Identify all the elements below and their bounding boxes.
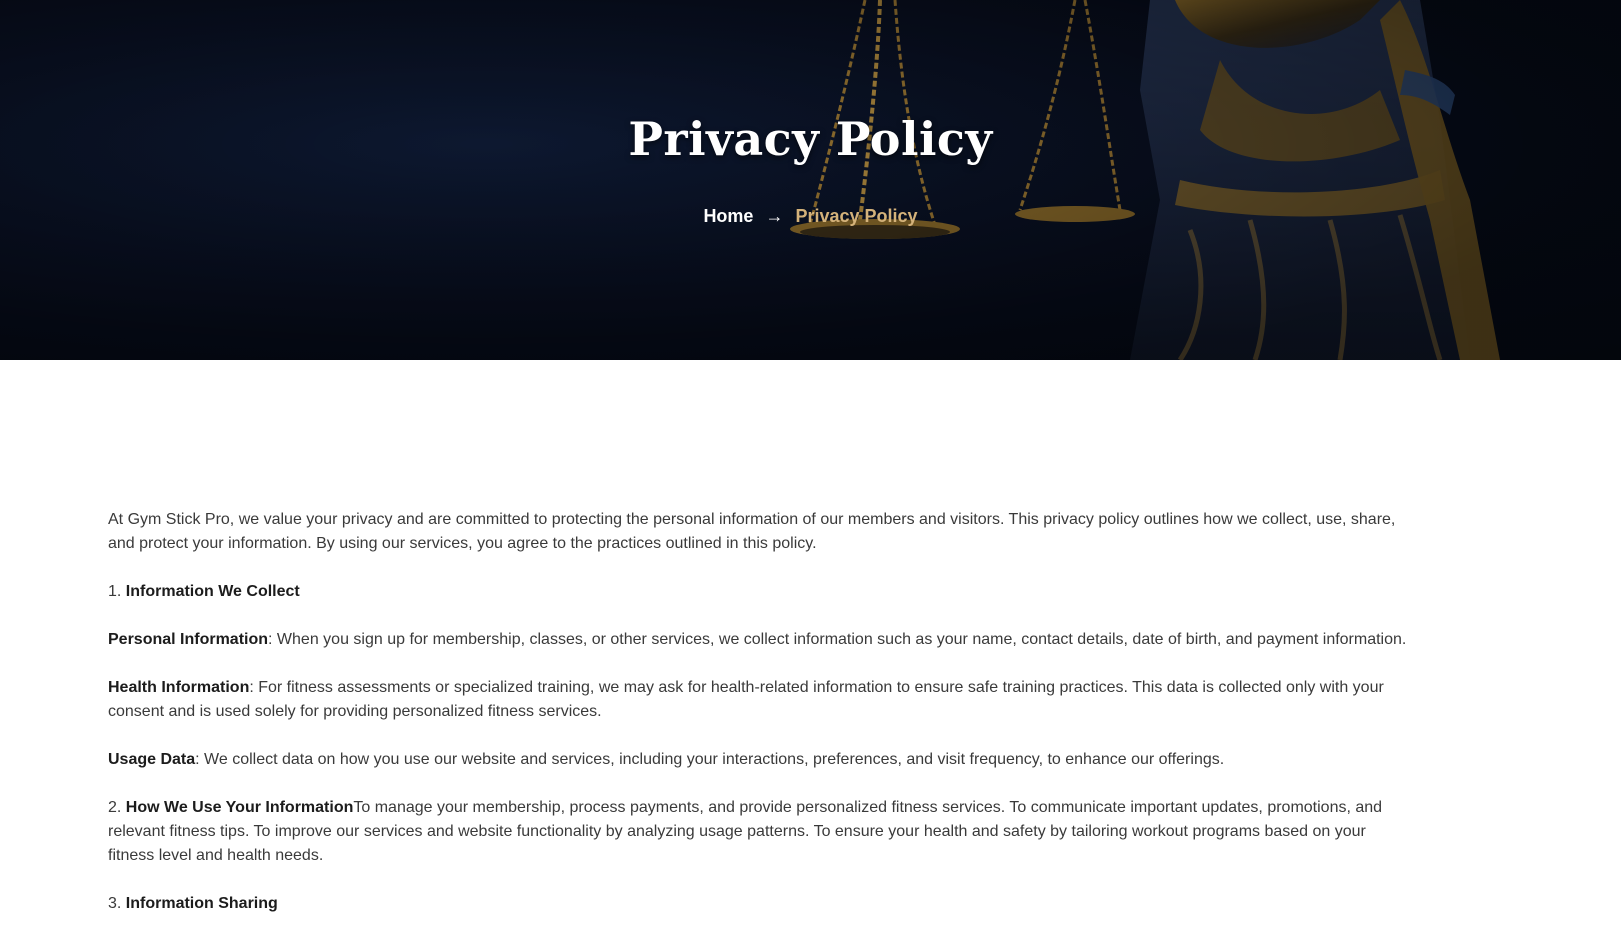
usage-data-paragraph: Usage Data: We collect data on how you u… — [108, 748, 1408, 772]
term-label: Health Information — [108, 679, 250, 696]
section-number: 1. — [108, 583, 126, 600]
term-text: : We collect data on how you use our web… — [195, 751, 1225, 768]
section-heading-information-sharing: 3. Information Sharing — [108, 892, 1408, 916]
personal-information-paragraph: Personal Information: When you sign up f… — [108, 628, 1408, 652]
term-label: Usage Data — [108, 751, 196, 768]
term-text: : For fitness assessments or specialized… — [108, 679, 1384, 720]
section-how-we-use-your-information: 2. How We Use Your InformationTo manage … — [108, 796, 1408, 868]
section-title: Information Sharing — [125, 895, 278, 912]
page-hero: Privacy Policy Home → Privacy Policy — [0, 0, 1621, 360]
term-text: : When you sign up for membership, class… — [268, 631, 1407, 648]
lady-justice-scales-image — [0, 0, 1621, 360]
section-title: Information We Collect — [125, 583, 300, 600]
breadcrumb: Home → Privacy Policy — [0, 206, 1621, 227]
section-heading-information-we-collect: 1. Information We Collect — [108, 580, 1408, 604]
arrow-right-icon: → — [765, 206, 784, 226]
page-title: Privacy Policy — [628, 112, 993, 166]
health-information-paragraph: Health Information: For fitness assessme… — [108, 676, 1408, 724]
breadcrumb-current: Privacy Policy — [795, 206, 918, 226]
privacy-policy-content: At Gym Stick Pro, we value your privacy … — [108, 508, 1408, 940]
intro-paragraph: At Gym Stick Pro, we value your privacy … — [108, 511, 1396, 552]
section-number: 2. — [108, 799, 126, 816]
term-label: Personal Information — [108, 631, 269, 648]
section-number: 3. — [108, 895, 126, 912]
breadcrumb-home-link[interactable]: Home — [703, 206, 753, 227]
section-title: How We Use Your Information — [125, 799, 354, 816]
